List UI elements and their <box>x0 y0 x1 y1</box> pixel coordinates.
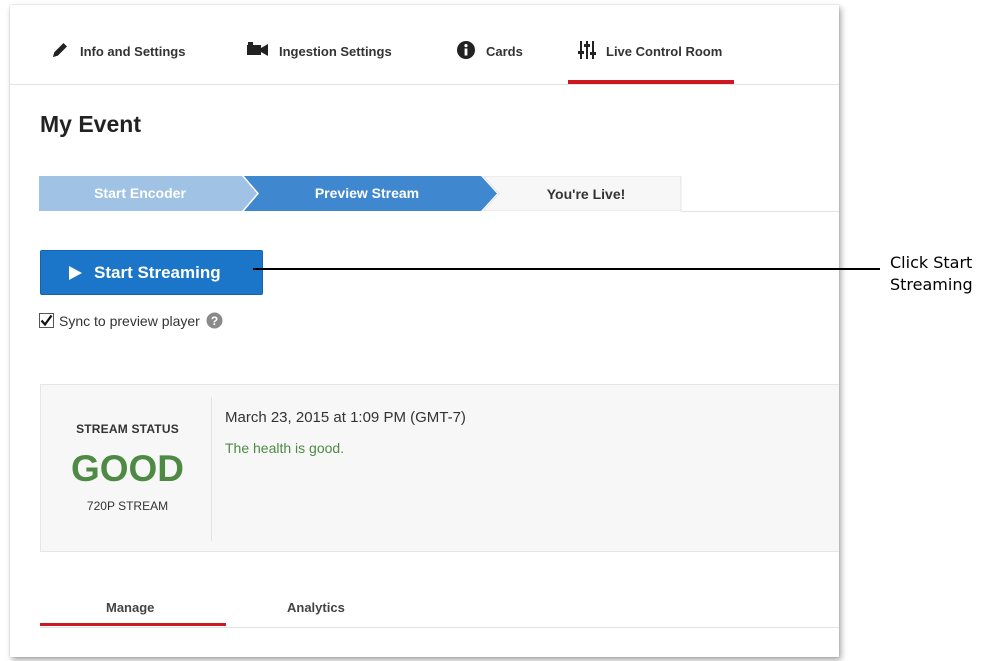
tab-analytics[interactable]: Analytics <box>287 600 345 615</box>
status-timestamp: March 23, 2015 at 1:09 PM (GMT-7) <box>225 409 466 426</box>
video-camera-icon <box>247 42 279 58</box>
pencil-icon <box>50 40 80 60</box>
divider <box>681 211 839 212</box>
top-tab-bar: Info and Settings Ingestion Settings Car… <box>10 5 839 85</box>
stream-resolution: 720P STREAM <box>86 499 169 513</box>
step-label: Preview Stream <box>315 185 419 201</box>
help-icon[interactable]: ? <box>206 312 223 329</box>
tab-label: Cards <box>486 43 523 59</box>
live-event-panel: Info and Settings Ingestion Settings Car… <box>10 5 839 657</box>
active-tab-indicator <box>40 623 226 626</box>
step-label: Start Encoder <box>94 185 186 201</box>
step-start-encoder[interactable]: Start Encoder <box>39 176 257 211</box>
tab-live-control-room[interactable]: Live Control Room <box>568 35 735 84</box>
tab-label: Ingestion Settings <box>279 43 392 59</box>
status-summary: STREAM STATUS GOOD 720P STREAM <box>41 385 211 551</box>
tab-cards[interactable]: Cards <box>456 35 523 65</box>
status-value: GOOD <box>70 448 185 489</box>
callout-line <box>253 268 880 270</box>
stream-steps: Start Encoder Preview Stream You're Live… <box>39 175 839 212</box>
stream-status-card: STREAM STATUS GOOD 720P STREAM March 23,… <box>40 384 839 552</box>
callout-line-1: Click Start <box>890 253 973 272</box>
tab-info-and-settings[interactable]: Info and Settings <box>50 35 185 65</box>
tab-label: Live Control Room <box>606 43 723 59</box>
bottom-tab-bar: Manage Analytics <box>40 590 839 628</box>
step-label: You're Live! <box>547 186 626 202</box>
health-message: The health is good. <box>225 440 345 456</box>
start-streaming-label: Start Streaming <box>94 262 221 282</box>
callout-text: Click Start Streaming <box>890 252 973 296</box>
info-icon <box>456 40 486 60</box>
sync-checkbox[interactable] <box>39 313 54 328</box>
tab-label: Info and Settings <box>80 43 186 59</box>
active-tab-indicator <box>568 80 735 84</box>
step-youre-live[interactable]: You're Live! <box>481 175 682 212</box>
start-streaming-button[interactable]: Start Streaming <box>40 250 263 295</box>
step-preview-stream[interactable]: Preview Stream <box>244 176 497 211</box>
status-label: STREAM STATUS <box>76 422 179 436</box>
tab-ingestion-settings[interactable]: Ingestion Settings <box>247 35 392 65</box>
divider <box>211 397 212 541</box>
svg-text:?: ? <box>211 314 218 328</box>
tab-manage[interactable]: Manage <box>106 600 154 615</box>
sync-label: Sync to preview player <box>59 312 200 329</box>
sliders-icon <box>578 40 606 60</box>
sync-option: Sync to preview player ? <box>39 312 223 329</box>
checkmark-icon <box>40 314 53 327</box>
play-icon <box>41 265 94 281</box>
callout-line-2: Streaming <box>890 275 973 294</box>
page-title: My Event <box>40 111 141 137</box>
